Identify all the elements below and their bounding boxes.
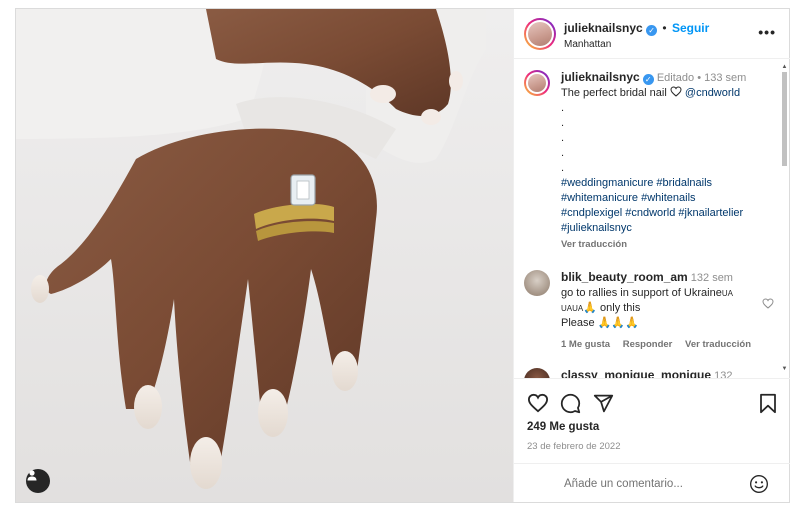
pray-emoji-icon: 🙏 bbox=[611, 317, 626, 329]
header-separator: • bbox=[662, 21, 667, 35]
comment-text: go to rallies in support of Ukraine bbox=[561, 287, 722, 299]
post-actions: 249 Me gusta 23 de febrero de 2022 Añade… bbox=[514, 378, 790, 502]
like-heart-icon[interactable] bbox=[527, 393, 549, 413]
comment-text: only this bbox=[600, 302, 641, 314]
ukraine-flag-icon: UA bbox=[561, 304, 573, 313]
post-photo[interactable] bbox=[16, 9, 513, 502]
share-send-icon[interactable] bbox=[593, 393, 614, 414]
post-date: 23 de febrero de 2022 bbox=[527, 441, 621, 452]
post-modal: julieknailsnyc ✓ • Seguir Manhattan ••• … bbox=[15, 8, 790, 503]
caption-mention[interactable]: @cndworld bbox=[685, 87, 740, 99]
commenter-username[interactable]: classy_monique_monique bbox=[561, 368, 711, 378]
hand-photo-illustration bbox=[16, 9, 513, 502]
post-side-panel: julieknailsnyc ✓ • Seguir Manhattan ••• … bbox=[513, 9, 790, 502]
follow-button[interactable]: Seguir bbox=[672, 21, 709, 35]
post-header: julieknailsnyc ✓ • Seguir Manhattan ••• bbox=[514, 9, 790, 59]
comment-input[interactable]: Añade un comentario... bbox=[564, 478, 683, 490]
commenter-avatar[interactable] bbox=[524, 368, 550, 378]
emoji-picker-icon[interactable] bbox=[749, 474, 769, 494]
caption-username[interactable]: julieknailsnyc bbox=[561, 70, 640, 84]
caption-dot: . bbox=[561, 147, 565, 159]
caption-hashtags[interactable]: #julieknailsnyc bbox=[561, 221, 774, 236]
author-avatar[interactable] bbox=[524, 18, 556, 50]
scroll-up-arrow-icon[interactable]: ▲ bbox=[781, 64, 788, 70]
more-options-icon[interactable]: ••• bbox=[758, 24, 776, 40]
pray-emoji-icon: 🙏 bbox=[583, 302, 597, 314]
comment-item: blik_beauty_room_am 132 sem go to rallie… bbox=[524, 270, 774, 350]
caption-age: 133 sem bbox=[704, 72, 747, 84]
comment-item: classy_monique_monique 132 sem bbox=[524, 368, 774, 378]
tagged-users-button[interactable] bbox=[26, 469, 50, 493]
comment-text: Please bbox=[561, 317, 595, 329]
ukraine-flag-icon: UA bbox=[721, 289, 733, 298]
comment-translate-link[interactable]: Ver traducción bbox=[685, 339, 751, 350]
comment-likes[interactable]: 1 Me gusta bbox=[561, 339, 610, 350]
scrollbar-thumb[interactable] bbox=[782, 72, 787, 166]
verified-badge-icon: ✓ bbox=[646, 25, 658, 36]
user-icon bbox=[27, 470, 37, 481]
like-count[interactable]: 249 Me gusta bbox=[527, 421, 599, 433]
commenter-avatar[interactable] bbox=[524, 270, 550, 296]
commenter-username[interactable]: blik_beauty_room_am bbox=[561, 270, 688, 284]
caption-author-avatar[interactable] bbox=[524, 70, 550, 96]
comments-scrollbar[interactable]: ▲ ▼ bbox=[781, 64, 788, 372]
ukraine-flag-icon: UA bbox=[572, 304, 584, 313]
caption-dot: . bbox=[561, 117, 565, 129]
comments-scroll-area[interactable]: julieknailsnyc ✓ Editado • 133 sem The p… bbox=[514, 60, 790, 378]
caption-dot: . bbox=[561, 102, 565, 114]
caption-dot: . bbox=[561, 162, 565, 174]
add-comment-bar: Añade un comentario... bbox=[514, 463, 790, 503]
caption-hashtags[interactable]: #cndplexigel #cndworld #jknailartelier bbox=[561, 206, 774, 221]
heart-outline-icon bbox=[670, 86, 682, 97]
author-username[interactable]: julieknailsnyc bbox=[564, 21, 643, 35]
caption-translate-link[interactable]: Ver traducción bbox=[561, 237, 774, 252]
caption-hashtags[interactable]: #weddingmanicure #bridalnails bbox=[561, 176, 774, 191]
comment-bubble-icon[interactable] bbox=[560, 393, 581, 414]
pray-emoji-icon: 🙏 bbox=[597, 317, 612, 329]
save-bookmark-icon[interactable] bbox=[759, 393, 777, 414]
comment-like-heart-icon[interactable] bbox=[762, 298, 774, 309]
caption-text: The perfect bridal nail bbox=[561, 87, 667, 99]
post-location[interactable]: Manhattan bbox=[564, 39, 611, 50]
post-caption: julieknailsnyc ✓ Editado • 133 sem The p… bbox=[524, 70, 774, 252]
caption-separator: • bbox=[697, 72, 702, 84]
comment-age: 132 sem bbox=[690, 272, 733, 284]
pray-emoji-icon: 🙏 bbox=[625, 317, 639, 329]
scroll-down-arrow-icon[interactable]: ▼ bbox=[781, 366, 788, 372]
edited-label: Editado bbox=[656, 72, 695, 84]
verified-badge-icon: ✓ bbox=[642, 74, 654, 85]
author-line: julieknailsnyc ✓ • Seguir bbox=[564, 21, 709, 36]
caption-dot: . bbox=[561, 132, 565, 144]
caption-hashtags[interactable]: #whitemanicure #whitenails bbox=[561, 191, 774, 206]
comment-reply-button[interactable]: Responder bbox=[623, 339, 673, 350]
